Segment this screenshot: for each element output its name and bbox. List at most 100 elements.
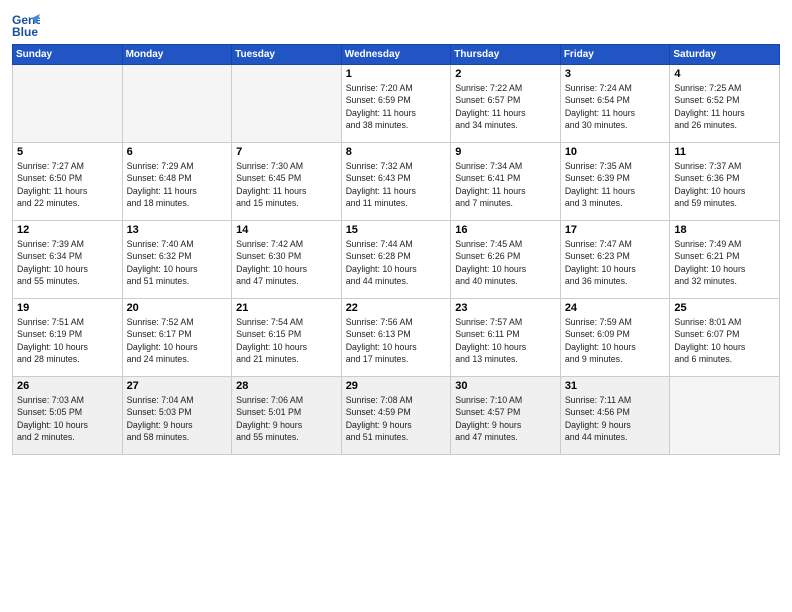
- day-info: Sunrise: 7:59 AM Sunset: 6:09 PM Dayligh…: [565, 316, 666, 365]
- weekday-header-friday: Friday: [560, 45, 670, 65]
- day-number: 24: [565, 302, 666, 314]
- day-info: Sunrise: 7:27 AM Sunset: 6:50 PM Dayligh…: [17, 160, 118, 209]
- calendar-cell: 11 Sunrise: 7:37 AM Sunset: 6:36 PM Dayli…: [670, 143, 780, 221]
- day-number: 4: [674, 68, 775, 80]
- day-number: 15: [346, 224, 447, 236]
- day-number: 6: [127, 146, 228, 158]
- day-info: Sunrise: 7:10 AM Sunset: 4:57 PM Dayligh…: [455, 394, 556, 443]
- calendar-cell: 23 Sunrise: 7:57 AM Sunset: 6:11 PM Dayli…: [451, 299, 561, 377]
- week-row-4: 19 Sunrise: 7:51 AM Sunset: 6:19 PM Dayli…: [13, 299, 780, 377]
- day-info: Sunrise: 7:35 AM Sunset: 6:39 PM Dayligh…: [565, 160, 666, 209]
- week-row-2: 5Sunrise: 7:27 AM Sunset: 6:50 PM Daylig…: [13, 143, 780, 221]
- logo: General Blue: [12, 10, 42, 38]
- day-info: Sunrise: 7:29 AM Sunset: 6:48 PM Dayligh…: [127, 160, 228, 209]
- calendar-cell: 9 Sunrise: 7:34 AM Sunset: 6:41 PM Daylig…: [451, 143, 561, 221]
- day-number: 10: [565, 146, 666, 158]
- calendar-cell: 16 Sunrise: 7:45 AM Sunset: 6:26 PM Dayli…: [451, 221, 561, 299]
- header: General Blue: [12, 10, 780, 38]
- week-row-3: 12 Sunrise: 7:39 AM Sunset: 6:34 PM Dayli…: [13, 221, 780, 299]
- day-info: Sunrise: 7:39 AM Sunset: 6:34 PM Dayligh…: [17, 238, 118, 287]
- calendar-cell: 13 Sunrise: 7:40 AM Sunset: 6:32 PM Dayli…: [122, 221, 232, 299]
- day-number: 21: [236, 302, 337, 314]
- weekday-header-tuesday: Tuesday: [232, 45, 342, 65]
- day-number: 2: [455, 68, 556, 80]
- calendar-cell: [670, 377, 780, 455]
- day-info: Sunrise: 7:40 AM Sunset: 6:32 PM Dayligh…: [127, 238, 228, 287]
- logo-icon: General Blue: [12, 10, 40, 38]
- day-number: 11: [674, 146, 775, 158]
- day-info: Sunrise: 7:44 AM Sunset: 6:28 PM Dayligh…: [346, 238, 447, 287]
- day-number: 29: [346, 380, 447, 392]
- calendar-cell: 21 Sunrise: 7:54 AM Sunset: 6:15 PM Dayli…: [232, 299, 342, 377]
- day-number: 3: [565, 68, 666, 80]
- calendar-cell: 27 Sunrise: 7:04 AM Sunset: 5:03 PM Dayli…: [122, 377, 232, 455]
- day-info: Sunrise: 7:25 AM Sunset: 6:52 PM Dayligh…: [674, 82, 775, 131]
- weekday-header-wednesday: Wednesday: [341, 45, 451, 65]
- calendar-table: SundayMondayTuesdayWednesdayThursdayFrid…: [12, 44, 780, 455]
- calendar-cell: 10 Sunrise: 7:35 AM Sunset: 6:39 PM Dayli…: [560, 143, 670, 221]
- svg-text:Blue: Blue: [12, 25, 38, 38]
- day-number: 27: [127, 380, 228, 392]
- day-number: 7: [236, 146, 337, 158]
- weekday-header-saturday: Saturday: [670, 45, 780, 65]
- day-number: 12: [17, 224, 118, 236]
- calendar-cell: 29 Sunrise: 7:08 AM Sunset: 4:59 PM Dayli…: [341, 377, 451, 455]
- calendar-cell: [232, 65, 342, 143]
- day-number: 18: [674, 224, 775, 236]
- weekday-header-monday: Monday: [122, 45, 232, 65]
- day-info: Sunrise: 7:08 AM Sunset: 4:59 PM Dayligh…: [346, 394, 447, 443]
- day-number: 1: [346, 68, 447, 80]
- calendar-cell: 18Sunrise: 7:49 AM Sunset: 6:21 PM Dayli…: [670, 221, 780, 299]
- day-info: Sunrise: 8:01 AM Sunset: 6:07 PM Dayligh…: [674, 316, 775, 365]
- week-row-1: 1 Sunrise: 7:20 AM Sunset: 6:59 PM Daylig…: [13, 65, 780, 143]
- day-info: Sunrise: 7:54 AM Sunset: 6:15 PM Dayligh…: [236, 316, 337, 365]
- day-info: Sunrise: 7:03 AM Sunset: 5:05 PM Dayligh…: [17, 394, 118, 443]
- weekday-header-sunday: Sunday: [13, 45, 123, 65]
- day-info: Sunrise: 7:57 AM Sunset: 6:11 PM Dayligh…: [455, 316, 556, 365]
- week-row-5: 26Sunrise: 7:03 AM Sunset: 5:05 PM Dayli…: [13, 377, 780, 455]
- day-number: 22: [346, 302, 447, 314]
- calendar-cell: 2 Sunrise: 7:22 AM Sunset: 6:57 PM Daylig…: [451, 65, 561, 143]
- calendar-cell: 8Sunrise: 7:32 AM Sunset: 6:43 PM Daylig…: [341, 143, 451, 221]
- day-number: 17: [565, 224, 666, 236]
- day-info: Sunrise: 7:34 AM Sunset: 6:41 PM Dayligh…: [455, 160, 556, 209]
- day-info: Sunrise: 7:32 AM Sunset: 6:43 PM Dayligh…: [346, 160, 447, 209]
- day-info: Sunrise: 7:51 AM Sunset: 6:19 PM Dayligh…: [17, 316, 118, 365]
- calendar-cell: 3 Sunrise: 7:24 AM Sunset: 6:54 PM Daylig…: [560, 65, 670, 143]
- calendar-cell: 31Sunrise: 7:11 AM Sunset: 4:56 PM Dayli…: [560, 377, 670, 455]
- day-info: Sunrise: 7:06 AM Sunset: 5:01 PM Dayligh…: [236, 394, 337, 443]
- day-info: Sunrise: 7:20 AM Sunset: 6:59 PM Dayligh…: [346, 82, 447, 131]
- day-info: Sunrise: 7:42 AM Sunset: 6:30 PM Dayligh…: [236, 238, 337, 287]
- day-info: Sunrise: 7:04 AM Sunset: 5:03 PM Dayligh…: [127, 394, 228, 443]
- day-info: Sunrise: 7:11 AM Sunset: 4:56 PM Dayligh…: [565, 394, 666, 443]
- day-number: 19: [17, 302, 118, 314]
- calendar-cell: [122, 65, 232, 143]
- calendar-cell: 7 Sunrise: 7:30 AM Sunset: 6:45 PM Daylig…: [232, 143, 342, 221]
- day-info: Sunrise: 7:52 AM Sunset: 6:17 PM Dayligh…: [127, 316, 228, 365]
- day-info: Sunrise: 7:22 AM Sunset: 6:57 PM Dayligh…: [455, 82, 556, 131]
- day-info: Sunrise: 7:47 AM Sunset: 6:23 PM Dayligh…: [565, 238, 666, 287]
- day-number: 30: [455, 380, 556, 392]
- calendar-cell: 15 Sunrise: 7:44 AM Sunset: 6:28 PM Dayli…: [341, 221, 451, 299]
- day-number: 9: [455, 146, 556, 158]
- weekday-header-thursday: Thursday: [451, 45, 561, 65]
- calendar-cell: 14Sunrise: 7:42 AM Sunset: 6:30 PM Dayli…: [232, 221, 342, 299]
- calendar-cell: 1 Sunrise: 7:20 AM Sunset: 6:59 PM Daylig…: [341, 65, 451, 143]
- day-number: 13: [127, 224, 228, 236]
- calendar-cell: 24 Sunrise: 7:59 AM Sunset: 6:09 PM Dayli…: [560, 299, 670, 377]
- day-info: Sunrise: 7:24 AM Sunset: 6:54 PM Dayligh…: [565, 82, 666, 131]
- calendar-cell: 22Sunrise: 7:56 AM Sunset: 6:13 PM Dayli…: [341, 299, 451, 377]
- day-info: Sunrise: 7:30 AM Sunset: 6:45 PM Dayligh…: [236, 160, 337, 209]
- calendar-cell: [13, 65, 123, 143]
- weekday-header-row: SundayMondayTuesdayWednesdayThursdayFrid…: [13, 45, 780, 65]
- calendar-cell: 17 Sunrise: 7:47 AM Sunset: 6:23 PM Dayli…: [560, 221, 670, 299]
- calendar-cell: 19 Sunrise: 7:51 AM Sunset: 6:19 PM Dayli…: [13, 299, 123, 377]
- day-info: Sunrise: 7:45 AM Sunset: 6:26 PM Dayligh…: [455, 238, 556, 287]
- day-number: 16: [455, 224, 556, 236]
- calendar-cell: 20 Sunrise: 7:52 AM Sunset: 6:17 PM Dayli…: [122, 299, 232, 377]
- day-number: 20: [127, 302, 228, 314]
- day-number: 23: [455, 302, 556, 314]
- calendar-page: General Blue SundayMondayTuesdayWednesda…: [0, 0, 792, 612]
- day-number: 28: [236, 380, 337, 392]
- day-info: Sunrise: 7:37 AM Sunset: 6:36 PM Dayligh…: [674, 160, 775, 209]
